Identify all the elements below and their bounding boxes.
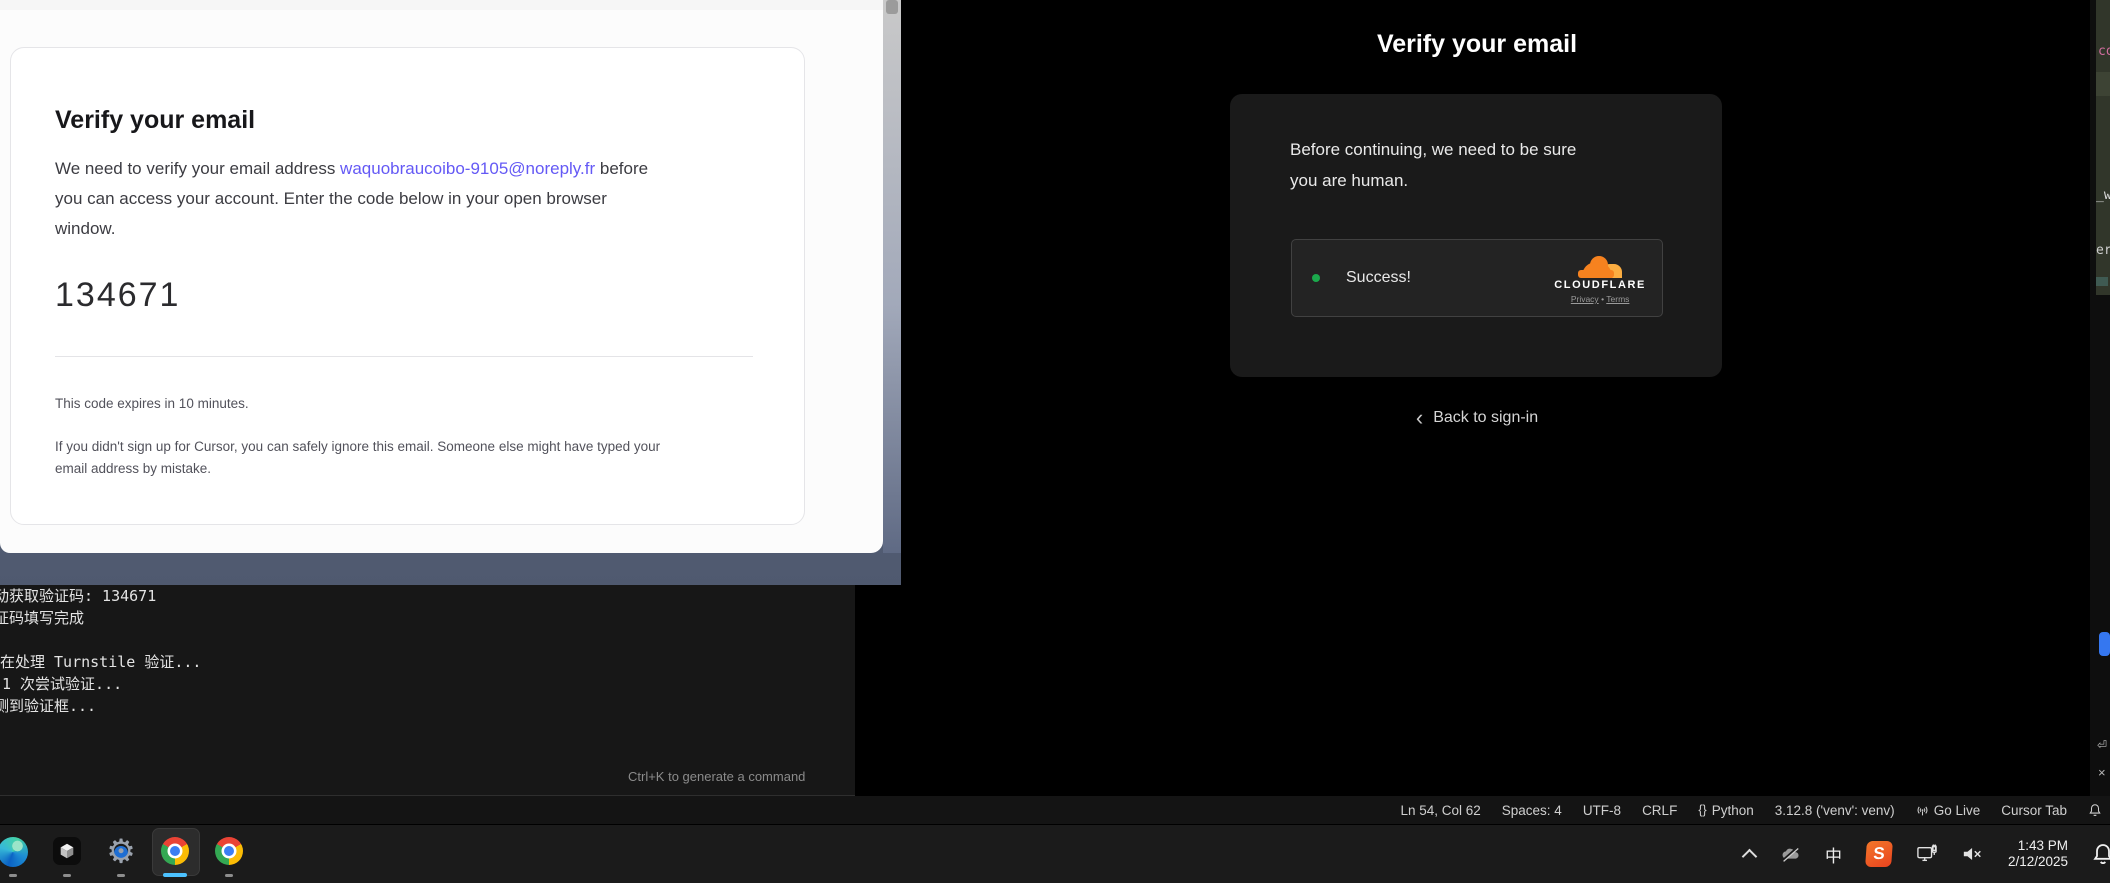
ime-indicator[interactable]: 中 [1825,842,1842,867]
back-to-sign-in-link[interactable]: ‹ Back to sign-in [1232,408,1722,428]
turnstile-status: Success! [1346,269,1411,287]
cloudflare-cloud-icon [1576,256,1624,278]
statusbar-cursor-tab[interactable]: Cursor Tab [2001,803,2067,818]
email-window: Verify your email We need to verify your… [0,0,901,585]
statusbar-indentation[interactable]: Spaces: 4 [1502,803,1562,818]
close-icon[interactable]: × [2098,765,2106,780]
onedrive-offline-button[interactable] [1779,845,1801,863]
back-to-sign-in-label: Back to sign-in [1433,409,1538,427]
taskbar-clock[interactable]: 1:43 PM 2/12/2025 [2008,838,2068,870]
terminal-line: 测到验证框... [0,695,96,717]
gear-icon: ⚙ [105,837,137,869]
success-dot-icon [1312,274,1320,282]
chrome-icon [161,837,189,865]
statusbar: Ln 54, Col 62 Spaces: 4 UTF-8 CRLF {} Py… [0,796,2110,824]
notification-center-button[interactable]: z [2092,842,2110,866]
verification-code: 134671 [55,276,180,315]
statusbar-cursor-position[interactable]: Ln 54, Col 62 [1400,803,1480,818]
email-body-line3: window. [55,214,765,244]
verify-page-title: Verify your email [1232,30,1722,59]
terminal-line: 动获取验证码: 134671 [0,585,156,607]
verify-card: Before continuing, we need to be sure yo… [1230,94,1722,377]
system-tray: 中 S 1:43 PM 2/12/20 [1744,825,2110,883]
cloudflare-brand: CLOUDFLARE Privacy • Terms [1554,252,1646,304]
taskbar-apps: ⚙ [0,825,256,883]
expiry-note: This code expires in 10 minutes. [55,396,249,411]
taskbar-settings-button[interactable]: ⚙ [94,825,148,883]
terminal-line: 在处理 Turnstile 验证... [0,651,201,673]
taskbar-chrome-button-2[interactable] [202,825,256,883]
code-fragment: er [2096,243,2110,258]
background-editor-sliver: co _w er ⏎ × [2090,0,2110,796]
clock-time: 1:43 PM [2018,838,2068,854]
email-window-content: Verify your email We need to verify your… [0,0,883,553]
statusbar-language[interactable]: {} Python [1698,803,1753,818]
statusbar-eol[interactable]: CRLF [1642,803,1677,818]
running-indicator [63,874,71,877]
sogou-input-icon[interactable]: S [1865,841,1893,867]
taskbar-3d-app-button[interactable] [40,825,94,883]
divider [55,356,753,357]
taskbar: ⚙ 中 [0,824,2110,883]
code-fragment: co [2098,44,2110,59]
terminal-panel: 动获取验证码: 134671 证码填写完成 在处理 Turnstile 验证..… [0,585,855,796]
privacy-link[interactable]: Privacy [1571,294,1599,304]
code-fragment: _w [2096,188,2110,203]
broadcast-icon [1916,804,1929,817]
tray-overflow-button[interactable] [1744,847,1755,862]
chevron-up-icon [1742,848,1758,864]
braces-icon: {} [1698,803,1706,817]
verify-card-text: Before continuing, we need to be sure yo… [1290,134,1650,196]
notifications-bell-icon[interactable] [2088,803,2102,817]
taskbar-chrome-button-active[interactable] [148,825,202,883]
email-title: Verify your email [55,106,255,135]
terminal-line: 证码填写完成 [0,607,84,629]
verify-card-text-line2: you are human. [1290,165,1650,196]
scrollbar-indicator [2099,632,2110,656]
email-address-link[interactable]: waquobraucoibo-9105@noreply.fr [340,159,595,178]
cloud-slash-icon [1779,845,1801,863]
edge-icon [0,837,28,867]
volume-muted-button[interactable] [1962,846,1984,862]
cloudflare-wordmark: CLOUDFLARE [1554,279,1646,291]
monitor-icon [1916,844,1938,864]
chevron-left-icon: ‹ [1416,408,1423,428]
email-body-line2: you can access your account. Enter the c… [55,184,765,214]
statusbar-go-live[interactable]: Go Live [1916,803,1981,818]
running-indicator [9,874,17,877]
speaker-muted-icon [1962,846,1984,862]
clock-date: 2/12/2025 [2008,854,2068,870]
running-indicator [225,874,233,877]
statusbar-encoding[interactable]: UTF-8 [1583,803,1621,818]
terms-link[interactable]: Terms [1606,294,1629,304]
email-body: We need to verify your email address waq… [55,154,765,244]
taskbar-edge-button[interactable] [0,825,40,883]
links-separator: • [1601,294,1604,304]
display-cast-button[interactable] [1916,844,1938,864]
email-card: Verify your email We need to verify your… [10,47,805,525]
email-body-after: before [595,159,648,178]
verify-card-text-line1: Before continuing, we need to be sure [1290,134,1650,165]
disclaimer: If you didn't sign up for Cursor, you ca… [55,436,765,480]
desktop: co _w er ⏎ × Verify your email Before co… [0,0,2110,883]
active-indicator [163,873,187,877]
cloudflare-turnstile-widget: Success! CLOUDFLARE Privacy • Terms [1291,239,1663,317]
return-icon: ⏎ [2097,738,2107,752]
code-fragment-highlight [2096,277,2108,286]
statusbar-interpreter[interactable]: 3.12.8 ('venv': venv) [1775,803,1895,818]
email-body-prefix: We need to verify your email address [55,159,340,178]
terminal-line: 1 次尝试验证... [2,673,122,695]
running-indicator [117,874,125,877]
bell-icon [2092,842,2110,866]
scrollbar[interactable] [883,0,901,553]
cube-app-icon [53,837,81,865]
chrome-icon [215,837,243,865]
terminal-hint: Ctrl+K to generate a command [628,769,805,784]
turnstile-links: Privacy • Terms [1571,294,1630,304]
